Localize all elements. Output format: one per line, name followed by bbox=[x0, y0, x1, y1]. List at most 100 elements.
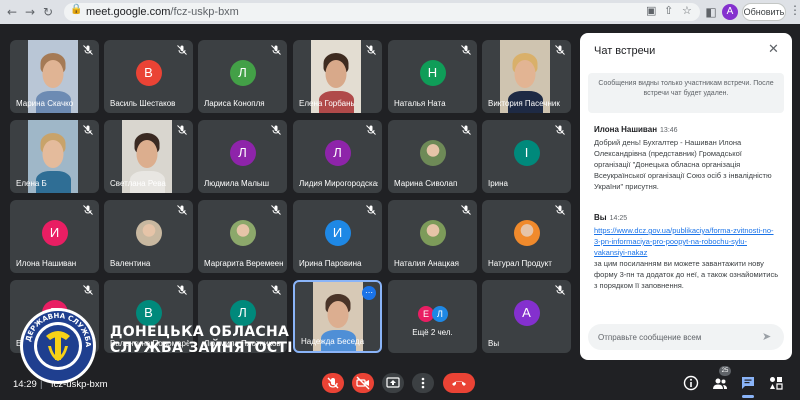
participant-avatar: В bbox=[135, 59, 162, 86]
participant-name: Марина Скачко bbox=[16, 99, 74, 108]
participant-photo bbox=[419, 219, 446, 246]
mic-off-icon bbox=[83, 125, 93, 135]
participant-name: Василь Шестаков bbox=[110, 99, 176, 108]
participant-avatar: Л bbox=[432, 306, 448, 322]
participant-tile[interactable]: Маргарита Веремеенко bbox=[198, 200, 287, 273]
participant-avatar: В bbox=[135, 299, 162, 326]
more-options-button[interactable] bbox=[412, 373, 434, 393]
back-icon[interactable]: ← bbox=[4, 3, 20, 21]
message-text: за цим посиланням ви можете завантажити … bbox=[594, 259, 779, 290]
close-icon[interactable]: ✕ bbox=[768, 42, 779, 57]
chat-input-box: ➤ bbox=[588, 324, 784, 350]
mic-off-icon bbox=[366, 125, 376, 135]
mic-off-icon bbox=[555, 285, 565, 295]
message-link[interactable]: https://www.dcz.gov.ua/publikaciya/forma… bbox=[594, 225, 780, 258]
share-icon[interactable]: ⇧ bbox=[664, 4, 673, 17]
more-vert-icon bbox=[421, 377, 425, 389]
bookmark-star-icon[interactable]: ☆ bbox=[682, 4, 692, 17]
participant-photo bbox=[229, 219, 256, 246]
mic-off-icon bbox=[555, 205, 565, 215]
mic-off-icon bbox=[177, 285, 187, 295]
camera-blocked-icon[interactable]: ▣ bbox=[646, 4, 656, 17]
tile-options-button[interactable]: ⋯ bbox=[362, 286, 376, 300]
mic-off-icon bbox=[271, 125, 281, 135]
participant-tile[interactable]: И Ирина Паровина bbox=[293, 200, 382, 273]
chat-panel: Чат встречи ✕ Сообщения видны только уча… bbox=[580, 33, 792, 360]
chat-icon[interactable] bbox=[740, 375, 756, 391]
mic-toggle-button[interactable] bbox=[322, 373, 344, 393]
chat-message: Вы 14:25 https://www.dcz.gov.ua/publikaci… bbox=[594, 213, 780, 291]
participant-avatar: Л bbox=[229, 299, 256, 326]
forward-icon[interactable]: → bbox=[22, 3, 38, 21]
present-screen-button[interactable] bbox=[382, 373, 404, 393]
present-icon bbox=[386, 377, 400, 388]
participant-tile[interactable]: А Вы bbox=[482, 280, 571, 353]
mic-off-icon bbox=[177, 45, 187, 55]
clock: 14:29 bbox=[13, 379, 37, 390]
participant-name: Ирина Паровина bbox=[299, 259, 362, 268]
profile-avatar[interactable]: A bbox=[722, 4, 738, 20]
mic-off-icon bbox=[177, 125, 187, 135]
participant-count-badge: 25 bbox=[719, 366, 731, 376]
meeting-code: fcz-uskp-bxm bbox=[51, 379, 108, 390]
mic-off-icon bbox=[555, 125, 565, 135]
mic-off-icon bbox=[366, 45, 376, 55]
url-text: meet.google.com/fcz-uskp-bxm bbox=[86, 6, 239, 18]
mic-off-icon bbox=[271, 45, 281, 55]
reload-icon[interactable]: ↻ bbox=[40, 3, 56, 21]
mic-off-icon bbox=[555, 45, 565, 55]
participant-photo bbox=[419, 139, 446, 166]
people-icon[interactable] bbox=[712, 375, 728, 391]
participant-tile[interactable]: ⋯ Надежда Беседа bbox=[293, 280, 382, 353]
participant-tile[interactable]: Валентина bbox=[104, 200, 193, 273]
participant-name: Лариса Конопля bbox=[204, 99, 265, 108]
participant-tile[interactable]: Виктория Пасечник bbox=[482, 40, 571, 113]
participant-tile[interactable]: И Илона Нашиван bbox=[10, 200, 99, 273]
participant-tile[interactable]: Светлана Рева bbox=[104, 120, 193, 193]
participant-tile[interactable]: Елена Б bbox=[10, 120, 99, 193]
participant-name: Наталия Анацкая bbox=[394, 259, 460, 268]
chat-title: Чат встречи bbox=[594, 45, 656, 57]
participant-avatar: Л bbox=[324, 139, 351, 166]
leave-call-button[interactable] bbox=[443, 373, 475, 393]
mic-off-icon bbox=[83, 45, 93, 55]
participant-tile[interactable]: Марина Сиволап bbox=[388, 120, 477, 193]
participant-name: Маргарита Веремеенко bbox=[204, 259, 283, 268]
side-panel-icon[interactable]: ◧ bbox=[703, 3, 719, 21]
participant-avatar: И bbox=[324, 219, 351, 246]
participant-tile[interactable]: Л Лариса Конопля bbox=[198, 40, 287, 113]
participant-tile[interactable]: Марина Скачко bbox=[10, 40, 99, 113]
mic-off-icon bbox=[366, 205, 376, 215]
participant-tile[interactable]: Е Л Ещё 2 чел. bbox=[388, 280, 477, 353]
browser-menu-icon[interactable]: ⋮ bbox=[789, 3, 800, 17]
participant-tile[interactable]: Натурал Продукт bbox=[482, 200, 571, 273]
camera-toggle-button[interactable] bbox=[352, 373, 374, 393]
participant-name: Надежда Беседа bbox=[301, 337, 365, 346]
address-bar[interactable]: 🔒 meet.google.com/fcz-uskp-bxm ▣ ⇧ ☆ bbox=[64, 3, 700, 21]
mic-off-icon bbox=[177, 205, 187, 215]
mic-off-icon bbox=[461, 125, 471, 135]
message-sender: Вы bbox=[594, 213, 607, 222]
participant-name: Валентина bbox=[110, 259, 151, 268]
mic-off-icon bbox=[83, 285, 93, 295]
chat-message-input[interactable] bbox=[598, 330, 748, 344]
lock-icon: 🔒 bbox=[70, 4, 83, 15]
send-icon[interactable]: ➤ bbox=[762, 330, 771, 343]
logo-line-2: СЛУЖБА ЗАЙНЯТОСТІ bbox=[110, 340, 293, 356]
activities-icon[interactable] bbox=[768, 375, 784, 391]
meeting-info-icon[interactable] bbox=[683, 375, 699, 391]
update-button[interactable]: Обновить bbox=[742, 3, 786, 21]
chat-notice: Сообщения видны только участникам встреч… bbox=[588, 73, 784, 113]
participant-tile[interactable]: В Василь Шестаков bbox=[104, 40, 193, 113]
participant-tile[interactable]: Наталия Анацкая bbox=[388, 200, 477, 273]
participant-name: Илона Нашиван bbox=[16, 259, 77, 268]
logo-caption: ДОНЕЦЬКА ОБЛАСНА СЛУЖБА ЗАЙНЯТОСТІ bbox=[110, 324, 293, 356]
participant-tile[interactable]: Л Лидия Мирогородская bbox=[293, 120, 382, 193]
message-text: Добрий день! Бухгалтер - Нашиван Илона О… bbox=[594, 138, 772, 191]
participant-tile[interactable]: Л Людмила Малыш bbox=[198, 120, 287, 193]
participant-tile[interactable]: І Ірина bbox=[482, 120, 571, 193]
chat-active-indicator bbox=[742, 395, 754, 398]
participant-tile[interactable]: Елена Горбань bbox=[293, 40, 382, 113]
participant-avatar: Л bbox=[229, 139, 256, 166]
participant-tile[interactable]: Н Наталья Ната bbox=[388, 40, 477, 113]
